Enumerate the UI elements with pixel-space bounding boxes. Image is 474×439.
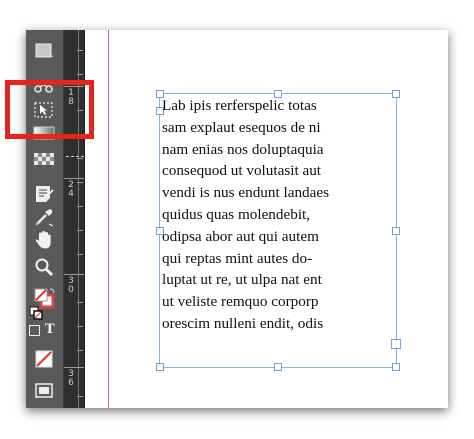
text-line: nam enias nos doluptaquia — [162, 140, 324, 158]
ruler-tick — [77, 158, 83, 159]
document-page[interactable]: Lab ipis rerferspelic totas sam explaut … — [85, 30, 448, 408]
frame-handle-bottom-right[interactable] — [392, 363, 400, 371]
note-tool[interactable] — [31, 183, 57, 205]
hand-icon — [35, 231, 51, 249]
apply-none-icon — [35, 350, 53, 368]
ruler-tick — [77, 182, 83, 183]
ruler-tick-major — [64, 178, 84, 179]
ruler-tick-major — [64, 274, 84, 275]
text-line: quidus quas molendebit, — [162, 205, 311, 223]
ruler-label-24-b: 4 — [68, 189, 74, 199]
ruler-tick — [77, 302, 83, 303]
note-icon — [36, 186, 54, 202]
ruler-tick — [77, 254, 83, 255]
default-colors-icon — [29, 306, 43, 320]
frame-handle-bottom-left[interactable] — [156, 363, 164, 371]
ruler-tick — [77, 230, 83, 231]
text-line: orescim nulleni endit, odis — [162, 314, 324, 332]
text-line: qui reptas mint autes do- — [162, 249, 313, 267]
out-port[interactable] — [391, 339, 401, 349]
text-line: sam explaut esequos de ni — [162, 118, 321, 136]
text-line: vendi is nus endunt landaes — [162, 184, 330, 202]
hand-tool[interactable] — [31, 229, 57, 251]
gradient-feather-tool[interactable] — [31, 148, 57, 170]
magnifier-icon — [35, 258, 54, 277]
pasteboard-guide — [66, 156, 84, 157]
gradient-feather-icon — [34, 153, 54, 165]
eyedropper-icon — [35, 209, 54, 227]
screen-mode-icon — [35, 383, 53, 398]
frame-text[interactable]: Lab ipis rerferspelic totas sam explaut … — [162, 95, 398, 335]
text-line: odipsa abor aut qui autem — [162, 227, 319, 245]
text-line: Lab ipis rerferspelic totas — [162, 97, 317, 114]
ruler-tick — [77, 396, 83, 397]
text-line: ut veliste remquo corporp — [162, 293, 319, 311]
ruler-tick — [77, 74, 83, 75]
rectangle-tool[interactable] — [31, 40, 57, 62]
ruler-tick — [77, 350, 83, 351]
ruler-tick — [77, 206, 83, 207]
screen-mode-button[interactable] — [31, 380, 57, 402]
ruler-tick-major — [64, 367, 84, 368]
ruler-label-30-b: 0 — [68, 285, 74, 295]
text-frame[interactable]: Lab ipis rerferspelic totas sam explaut … — [156, 90, 401, 371]
ruler-tick — [77, 50, 83, 51]
formatting-text-button[interactable]: T — [45, 323, 55, 337]
eyedropper-tool[interactable] — [31, 206, 57, 228]
frame-handle-bottom[interactable] — [274, 363, 282, 371]
text-line: consequod ut volutasit aut — [162, 162, 322, 180]
default-fill-stroke-button[interactable] — [29, 306, 43, 320]
formatting-container-icon[interactable] — [29, 324, 40, 336]
text-line: luptat ut re, ut ulpa nat ent — [162, 271, 322, 289]
apply-none-button[interactable] — [31, 348, 57, 370]
tool-highlight-box — [5, 80, 94, 139]
formatting-affects-row: T — [29, 322, 61, 338]
margin-guide — [108, 30, 109, 408]
rectangle-icon — [35, 43, 53, 58]
ruler-label-36-b: 6 — [68, 378, 74, 388]
ruler-tick — [77, 326, 83, 327]
zoom-tool[interactable] — [31, 256, 57, 278]
